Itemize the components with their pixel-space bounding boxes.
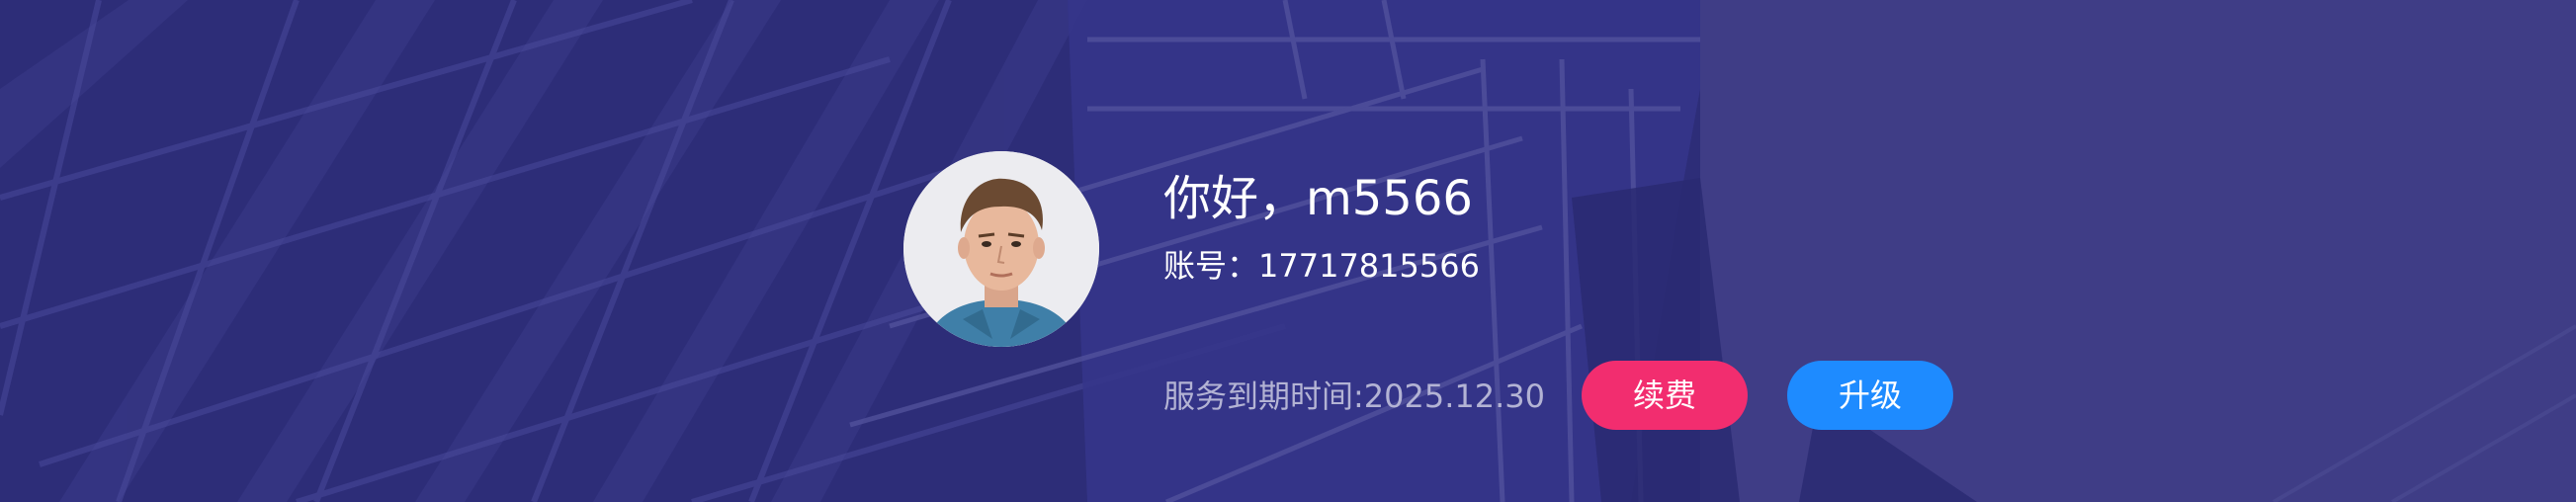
renew-button[interactable]: 续费 bbox=[1582, 361, 1748, 430]
avatar[interactable] bbox=[903, 151, 1099, 347]
user-portrait-icon bbox=[903, 151, 1099, 347]
profile-banner: 你好，m5566 账号：17717815566 服务到期时间:2025.12.3… bbox=[0, 0, 2576, 502]
service-expiry: 服务到期时间:2025.12.30 bbox=[1163, 377, 1546, 415]
greeting-text: 你好，m5566 bbox=[1163, 171, 1473, 226]
account-number: 账号：17717815566 bbox=[1163, 247, 1480, 285]
upgrade-button[interactable]: 升级 bbox=[1787, 361, 1953, 430]
